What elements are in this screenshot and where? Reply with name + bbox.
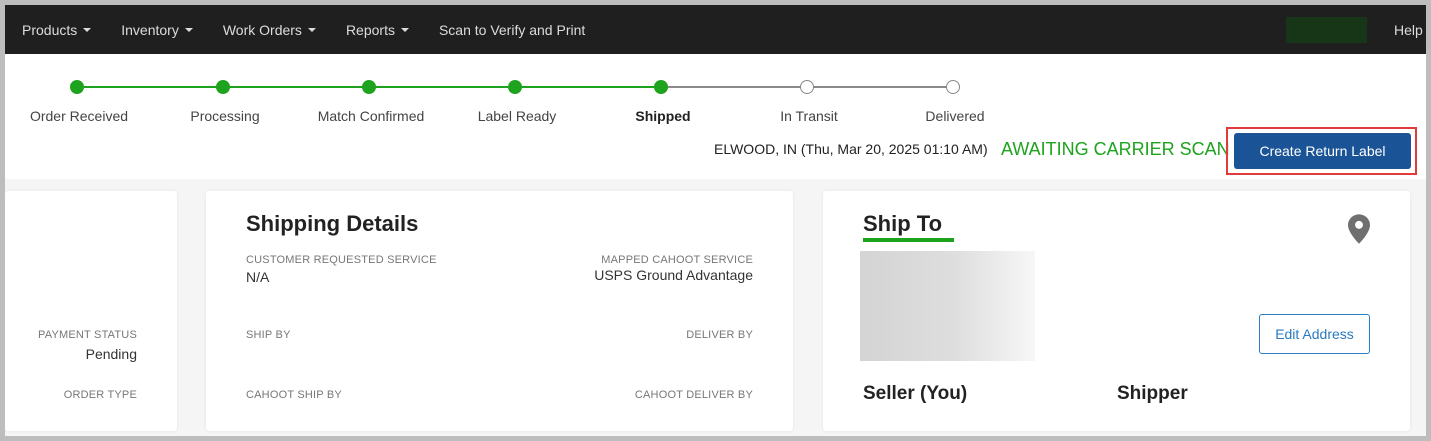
customer-service-value: N/A xyxy=(246,269,270,285)
nav-work-orders[interactable]: Work Orders xyxy=(206,5,316,54)
order-progress-tracker: Order Received Processing Match Confirme… xyxy=(5,54,1426,179)
shipping-details-title: Shipping Details xyxy=(246,211,419,236)
caret-down-icon xyxy=(184,27,193,32)
create-return-label-button[interactable]: Create Return Label xyxy=(1234,133,1411,169)
ship-to-title-underline xyxy=(863,238,954,242)
address-redacted-block xyxy=(860,251,1035,361)
step-dot-label-ready xyxy=(508,80,522,94)
mapped-service-label: MAPPED CAHOOT SERVICE xyxy=(601,254,753,266)
step-label-delivered: Delivered xyxy=(925,108,985,124)
order-type-label: ORDER TYPE xyxy=(63,389,137,401)
caret-down-icon xyxy=(400,27,409,32)
nav-help-label: Help xyxy=(1394,21,1423,38)
customer-service-label: CUSTOMER REQUESTED SERVICE xyxy=(246,254,437,266)
step-dot-in-transit xyxy=(800,80,814,94)
step-dot-order-received xyxy=(70,80,84,94)
map-pin-icon[interactable] xyxy=(1348,214,1370,244)
order-summary-card: PAYMENT STATUS Pending ORDER TYPE xyxy=(5,191,177,431)
ship-to-title: Ship To xyxy=(863,211,943,236)
shipper-label: Shipper xyxy=(1117,383,1188,404)
step-dot-processing xyxy=(216,80,230,94)
deliver-by-label: DELIVER BY xyxy=(686,329,753,341)
nav-reports[interactable]: Reports xyxy=(329,5,409,54)
cahoot-deliver-by-label: CAHOOT DELIVER BY xyxy=(634,389,753,401)
caret-down-icon xyxy=(83,27,92,32)
nav-products[interactable]: Products xyxy=(5,5,92,54)
nav-products-label: Products xyxy=(22,21,78,38)
shipping-details-card: Shipping Details CUSTOMER REQUESTED SERV… xyxy=(206,191,793,431)
step-label-label-ready: Label Ready xyxy=(477,108,557,124)
step-label-order-received: Order Received xyxy=(29,108,129,124)
nav-scan-verify-print-label: Scan to Verify and Print xyxy=(438,21,586,38)
nav-reports-label: Reports xyxy=(345,21,395,38)
step-label-shipped: Shipped xyxy=(635,108,691,124)
tracking-location: ELWOOD, IN (Thu, Mar 20, 2025 01:10 AM) xyxy=(714,141,988,157)
edit-address-button[interactable]: Edit Address xyxy=(1259,314,1370,354)
step-dot-match-confirmed xyxy=(362,80,376,94)
nav-work-orders-label: Work Orders xyxy=(222,21,302,38)
nav-inventory[interactable]: Inventory xyxy=(104,5,193,54)
main-content: Order Received Processing Match Confirme… xyxy=(5,54,1426,436)
nav-scan-verify-print[interactable]: Scan to Verify and Print xyxy=(422,5,585,54)
step-dot-delivered xyxy=(946,80,960,94)
ship-by-label: SHIP BY xyxy=(246,329,291,341)
step-dot-shipped xyxy=(654,80,668,94)
top-navbar: Products Inventory Work Orders Reports S… xyxy=(5,5,1426,54)
step-label-in-transit: In Transit xyxy=(780,108,838,124)
app-frame: Products Inventory Work Orders Reports S… xyxy=(0,0,1431,441)
mapped-service-value: USPS Ground Advantage xyxy=(594,267,753,283)
nav-inventory-label: Inventory xyxy=(121,21,179,38)
seller-label: Seller (You) xyxy=(863,383,968,404)
payment-status-value: Pending xyxy=(85,346,137,362)
cahoot-ship-by-label: CAHOOT SHIP BY xyxy=(246,389,342,401)
payment-status-label: PAYMENT STATUS xyxy=(38,329,137,341)
nav-account-widget[interactable] xyxy=(1286,17,1367,43)
nav-help[interactable]: Help xyxy=(1394,5,1423,54)
tracking-status: AWAITING CARRIER SCAN xyxy=(1001,139,1230,159)
step-label-match-confirmed: Match Confirmed xyxy=(317,108,425,124)
caret-down-icon xyxy=(307,27,316,32)
step-label-processing: Processing xyxy=(190,108,260,124)
ship-to-card: Ship To Edit Address Seller (You) Shippe… xyxy=(823,191,1410,431)
